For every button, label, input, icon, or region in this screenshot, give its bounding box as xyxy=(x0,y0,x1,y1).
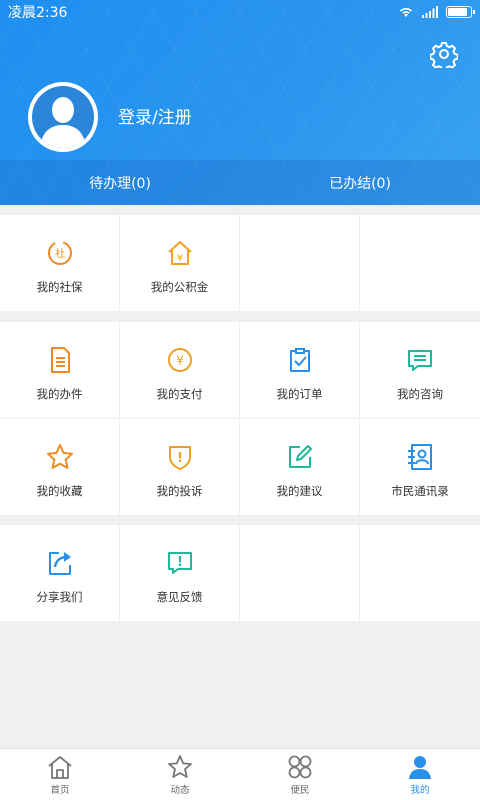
nav-news[interactable]: 动态 xyxy=(120,749,240,800)
empty-cell xyxy=(240,215,360,312)
section-services: 我的办件 ¥ 我的支付 我的订单 我的咨询 我的收藏 ! 我的投诉 我的建议 市… xyxy=(0,322,480,516)
item-my-cases[interactable]: 我的办件 xyxy=(0,322,120,419)
housing-fund-icon: ¥ xyxy=(164,237,196,269)
contacts-icon xyxy=(404,441,436,473)
item-my-complaints[interactable]: ! 我的投诉 xyxy=(120,419,240,516)
consult-icon xyxy=(404,344,436,376)
feedback-icon: ! xyxy=(164,547,196,579)
nav-home[interactable]: 首页 xyxy=(0,749,120,800)
item-label: 我的社保 xyxy=(36,280,83,294)
gear-icon[interactable] xyxy=(430,40,458,68)
tab-pending[interactable]: 待办理(0) xyxy=(0,160,240,205)
status-bar: 凌晨2:36 xyxy=(0,0,480,24)
document-icon xyxy=(44,344,76,376)
payment-icon: ¥ xyxy=(164,344,196,376)
item-label: 分享我们 xyxy=(36,590,83,604)
item-my-payment[interactable]: ¥ 我的支付 xyxy=(120,322,240,419)
tab-completed[interactable]: 已办结(0) xyxy=(240,160,480,205)
login-register-link[interactable]: 登录/注册 xyxy=(118,103,192,128)
item-label: 意见反馈 xyxy=(156,590,203,604)
nav-profile[interactable]: 我的 xyxy=(360,749,480,800)
item-my-orders[interactable]: 我的订单 xyxy=(240,322,360,419)
nav-label: 首页 xyxy=(50,784,70,796)
social-security-icon: 社 xyxy=(44,237,76,269)
item-label: 我的收藏 xyxy=(36,484,83,498)
battery-icon xyxy=(446,6,475,18)
task-tabs: 待办理(0) 已办结(0) xyxy=(0,160,480,205)
complaint-icon: ! xyxy=(164,441,196,473)
empty-cell xyxy=(240,525,360,622)
svg-text:¥: ¥ xyxy=(176,354,184,368)
svg-text:¥: ¥ xyxy=(176,253,182,264)
wifi-icon xyxy=(399,8,413,17)
profile-icon xyxy=(409,755,431,779)
bottom-nav: 首页 动态 便民 我的 xyxy=(0,748,480,800)
item-share[interactable]: 分享我们 xyxy=(0,525,120,622)
item-housing-fund[interactable]: ¥ 我的公积金 xyxy=(120,215,240,312)
home-icon xyxy=(48,755,72,779)
item-label: 我的投诉 xyxy=(156,484,203,498)
item-feedback[interactable]: ! 意见反馈 xyxy=(120,525,240,622)
empty-cell xyxy=(360,215,480,312)
item-label: 我的建议 xyxy=(276,484,323,498)
item-label: 我的支付 xyxy=(156,387,203,401)
edit-icon xyxy=(284,441,316,473)
item-citizen-contacts[interactable]: 市民通讯录 xyxy=(360,419,480,516)
section-feedback: 分享我们 ! 意见反馈 xyxy=(0,525,480,622)
item-label: 我的公积金 xyxy=(150,280,209,294)
avatar[interactable] xyxy=(28,82,98,152)
nav-label: 我的 xyxy=(410,784,430,796)
svg-text:!: ! xyxy=(177,451,183,466)
nav-label: 便民 xyxy=(290,784,310,796)
item-my-suggestions[interactable]: 我的建议 xyxy=(240,419,360,516)
item-my-consultation[interactable]: 我的咨询 xyxy=(360,322,480,419)
profile-header: 凌晨2:36 登录/注册 待办理(0) 已办结(0) xyxy=(0,0,480,205)
section-social: 社 我的社保 ¥ 我的公积金 xyxy=(0,215,480,312)
item-label: 我的咨询 xyxy=(397,387,443,401)
empty-cell xyxy=(360,525,480,622)
item-label: 我的订单 xyxy=(276,387,323,401)
star-icon xyxy=(44,441,76,473)
item-label: 我的办件 xyxy=(36,387,83,401)
item-label: 市民通讯录 xyxy=(391,484,449,498)
share-icon xyxy=(44,547,76,579)
signal-icon xyxy=(422,6,438,18)
services-icon xyxy=(288,755,312,778)
order-icon xyxy=(284,344,316,376)
nav-label: 动态 xyxy=(170,784,190,796)
nav-services[interactable]: 便民 xyxy=(240,749,360,800)
svg-text:社: 社 xyxy=(55,247,65,260)
news-icon xyxy=(168,754,192,778)
item-social-security[interactable]: 社 我的社保 xyxy=(0,215,120,312)
status-time: 凌晨2:36 xyxy=(8,5,68,21)
svg-text:!: ! xyxy=(177,555,183,570)
item-my-favorites[interactable]: 我的收藏 xyxy=(0,419,120,516)
user-silhouette-icon xyxy=(40,97,86,148)
